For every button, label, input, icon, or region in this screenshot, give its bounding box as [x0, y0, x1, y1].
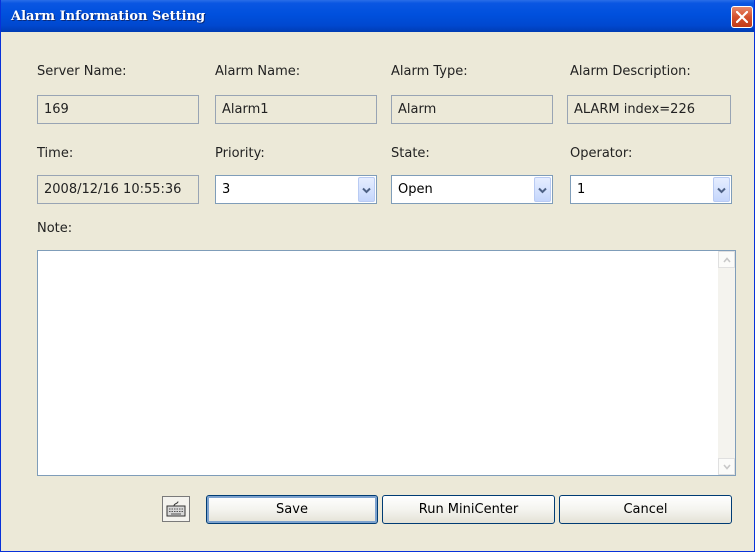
note-scrollbar[interactable] — [718, 251, 735, 475]
priority-dropdown-button[interactable] — [358, 177, 375, 202]
save-button[interactable]: Save — [206, 495, 378, 524]
run-minicenter-button[interactable]: Run MiniCenter — [382, 495, 555, 524]
note-label: Note: — [37, 221, 73, 236]
alarm-type-field: Alarm — [391, 95, 553, 124]
operator-label: Operator: — [570, 146, 633, 161]
operator-dropdown-button[interactable] — [713, 177, 730, 202]
chevron-down-icon — [717, 187, 726, 194]
close-icon — [736, 11, 748, 23]
keyboard-button[interactable] — [162, 496, 190, 522]
chevron-down-icon — [723, 464, 731, 470]
priority-select-value: 3 — [222, 182, 231, 197]
alarm-name-field: Alarm1 — [215, 95, 377, 124]
scroll-down-button[interactable] — [718, 458, 735, 475]
window-title: Alarm Information Setting — [11, 9, 206, 24]
server-name-label: Server Name: — [37, 64, 127, 79]
close-button[interactable] — [731, 6, 753, 28]
operator-select[interactable]: 1 — [570, 175, 732, 204]
alarm-type-label: Alarm Type: — [391, 64, 468, 79]
alarm-information-dialog: Alarm Information Setting Server Name: A… — [0, 0, 755, 552]
keyboard-icon — [166, 501, 186, 517]
time-field: 2008/12/16 10:55:36 — [37, 175, 199, 204]
title-bar[interactable]: Alarm Information Setting — [1, 0, 754, 32]
scroll-up-button[interactable] — [718, 251, 735, 268]
alarm-description-field: ALARM index=226 — [567, 95, 731, 124]
state-select[interactable]: Open — [391, 175, 553, 204]
note-textarea[interactable] — [37, 250, 736, 476]
priority-select[interactable]: 3 — [215, 175, 377, 204]
state-label: State: — [391, 146, 430, 161]
state-select-value: Open — [398, 182, 433, 197]
operator-select-value: 1 — [577, 182, 586, 197]
alarm-name-label: Alarm Name: — [215, 64, 301, 79]
chevron-up-icon — [723, 257, 731, 263]
state-dropdown-button[interactable] — [534, 177, 551, 202]
priority-label: Priority: — [215, 146, 265, 161]
chevron-down-icon — [538, 187, 547, 194]
server-name-field: 169 — [37, 95, 199, 124]
alarm-description-label: Alarm Description: — [570, 64, 691, 79]
time-label: Time: — [37, 146, 74, 161]
cancel-button[interactable]: Cancel — [559, 495, 732, 524]
chevron-down-icon — [362, 187, 371, 194]
